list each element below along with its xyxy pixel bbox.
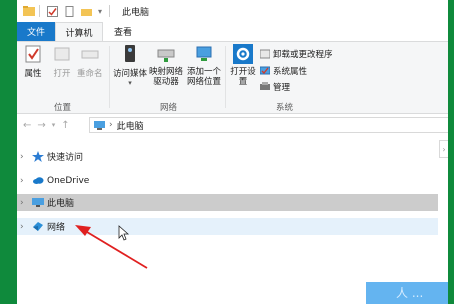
desktop-frame-right: [448, 0, 454, 304]
annotation-arrowhead: [75, 225, 91, 236]
mouse-cursor-icon: [118, 225, 130, 241]
desktop-frame-left: [0, 0, 17, 304]
annotation-arrow-line: [86, 231, 148, 269]
annotation-overlay: [75, 225, 148, 269]
file-explorer-window: ▾ 此电脑 文件 计算机 查看 属性 打开 重命名 位置 访问媒体 ▾ 映射网络…: [17, 0, 448, 304]
